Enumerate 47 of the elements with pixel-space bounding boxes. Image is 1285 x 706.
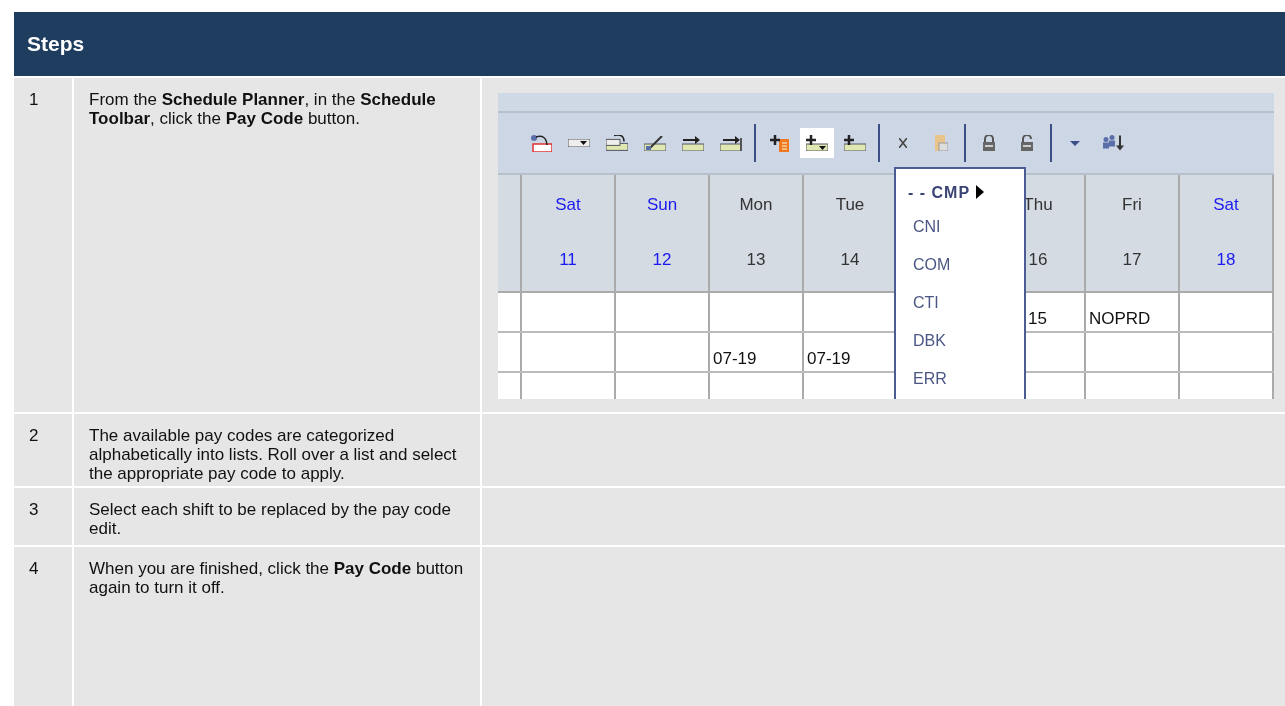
clipboard-icon: [934, 135, 948, 151]
header-title: Steps: [14, 12, 1285, 76]
date-number: 17: [1122, 250, 1142, 269]
shift-cell[interactable]: 07-19: [804, 333, 896, 368]
weekday-label: Fri: [1122, 195, 1142, 214]
toolbar-button[interactable]: [800, 128, 834, 158]
weekday-label: Sat: [1213, 195, 1239, 214]
step-text: The available pay codes are categorized alphabetically into lists. Roll over a list and select the appropriate pay code to apply.: [89, 426, 458, 483]
step-text: Select each shift to be replaced by the pay code edit.: [89, 500, 452, 538]
shift-cell[interactable]: 07-19: [710, 333, 802, 368]
date-number: 12: [652, 250, 672, 269]
step-number: 2: [29, 426, 39, 445]
arrow-tray-icon: [682, 135, 704, 151]
submenu-item[interactable]: - - CMP: [896, 177, 1024, 207]
step-text: When you are finished, click the Pay Code button again to turn it off.: [89, 559, 465, 597]
step-number: 3: [29, 500, 39, 519]
date-number: 14: [840, 250, 860, 269]
pencil-tray-icon: [644, 135, 666, 151]
menu-item[interactable]: ERR: [896, 359, 1024, 397]
weekday-label: Mon: [739, 195, 773, 214]
weekday-label: Sat: [555, 195, 581, 214]
menu-item[interactable]: COM: [896, 245, 1024, 283]
menu-item[interactable]: CNI: [896, 207, 1024, 245]
close-icon: [899, 138, 907, 148]
step-number: 4: [29, 559, 39, 578]
weekday-label: Sun: [646, 195, 678, 214]
step-number: 1: [29, 90, 39, 109]
date-number: 18: [1216, 250, 1236, 269]
plus-tray-icon: [806, 135, 828, 151]
arrow-tray-icon: [720, 135, 742, 151]
date-number: 16: [1028, 250, 1048, 269]
person-tray-icon: [530, 134, 552, 152]
people-sort-icon: [1102, 135, 1124, 151]
date-number: 11: [559, 250, 577, 269]
date-number: 13: [746, 250, 766, 269]
plus-note-icon: [769, 134, 789, 152]
shift-cell[interactable]: NOPRD: [1086, 293, 1178, 328]
swap-tray-icon: [606, 135, 628, 151]
weekday-label: Thu: [1023, 195, 1053, 214]
lock-icon: [983, 135, 995, 151]
step-text: From the Schedule Planner, in the Schedule Toolbar, click the Pay Code button.: [89, 90, 437, 128]
caret-icon: [1070, 140, 1080, 146]
plus-tray-icon: [844, 135, 866, 151]
weekday-label: Tue: [835, 195, 865, 214]
submenu-arrow-icon: [976, 185, 985, 199]
unlocked-lock-icon: [1021, 135, 1033, 151]
dropdown-icon: [568, 139, 590, 147]
